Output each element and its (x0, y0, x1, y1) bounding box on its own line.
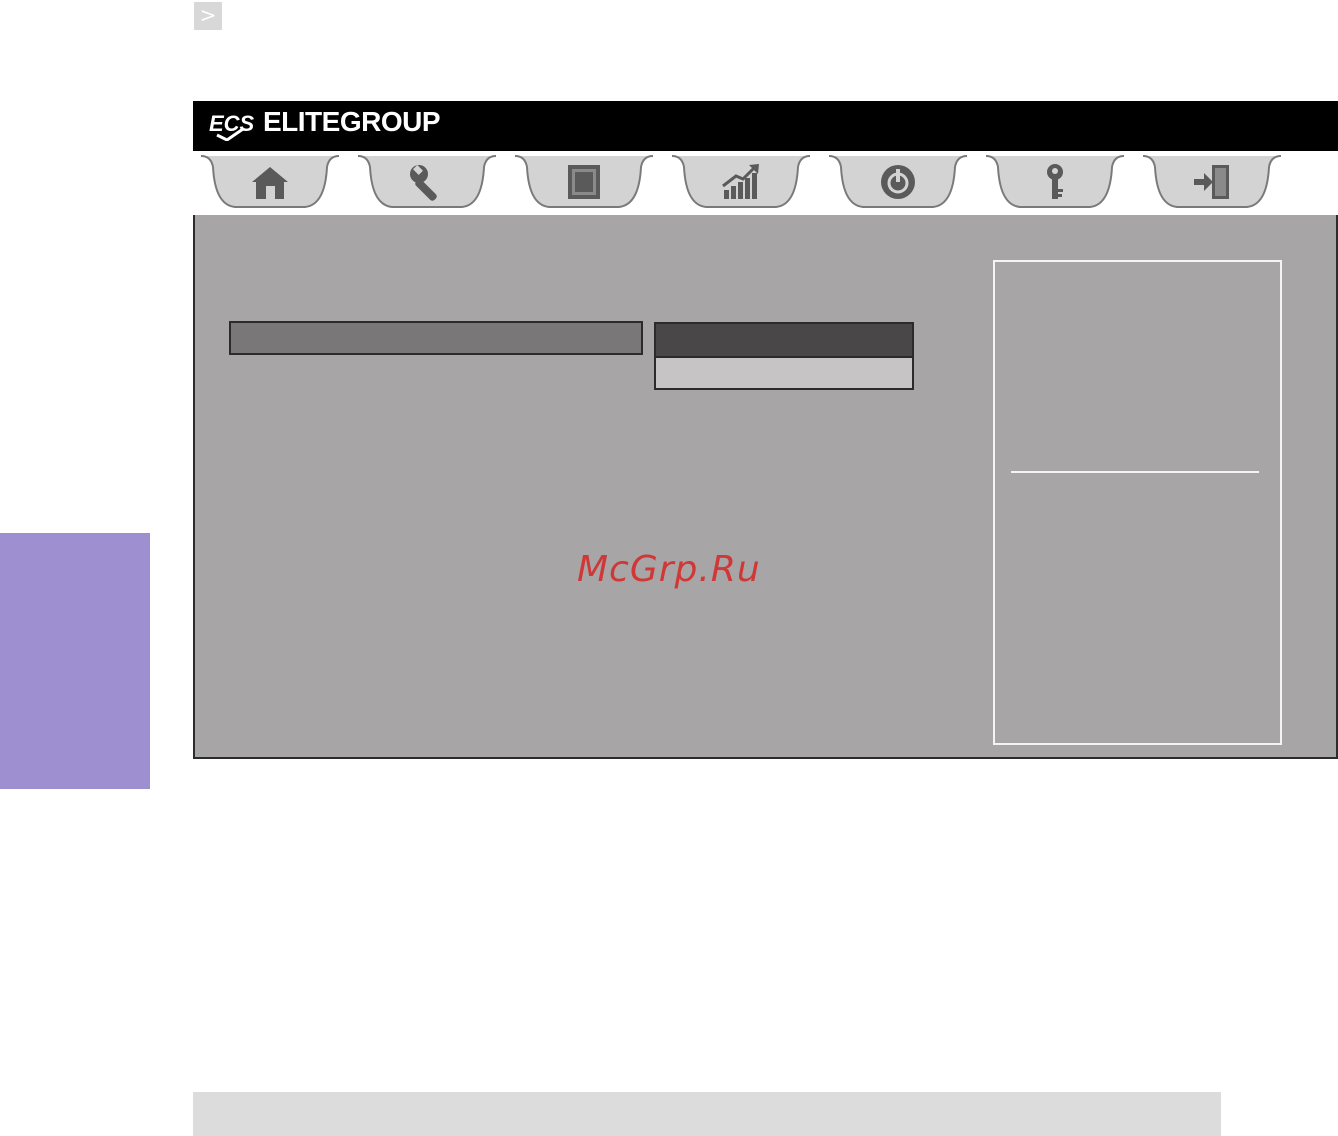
tab-security[interactable] (984, 153, 1126, 215)
chip-icon (568, 165, 600, 199)
side-chapter-tab (0, 533, 150, 789)
tab-boot[interactable] (827, 153, 969, 215)
help-divider (1011, 471, 1259, 473)
power-icon (881, 165, 915, 199)
svg-text:ECS: ECS (209, 111, 255, 136)
option-selected[interactable] (654, 322, 914, 356)
chart-icon (722, 164, 759, 199)
tab-chipset[interactable] (513, 153, 655, 215)
tab-advanced[interactable] (356, 153, 498, 215)
settings-panel: McGrp.Ru (193, 215, 1338, 759)
help-box (993, 260, 1282, 745)
tab-bar (193, 151, 1338, 215)
brand-name: ELITEGROUP (263, 106, 441, 137)
tab-mib[interactable] (670, 153, 812, 215)
tab-exit[interactable] (1141, 153, 1283, 215)
ecs-logo-icon: ECS (209, 111, 255, 141)
setting-row[interactable] (229, 321, 643, 355)
key-icon (1047, 164, 1063, 199)
option-item[interactable] (654, 356, 914, 390)
exit-icon (1194, 165, 1229, 199)
home-icon (252, 167, 288, 199)
bios-window: ECS ELITEGROUP McGrp.Ru (193, 101, 1338, 759)
watermark: McGrp.Ru (577, 549, 761, 590)
footer-bar (193, 1092, 1221, 1136)
bios-header: ECS ELITEGROUP (193, 101, 1338, 151)
wrench-icon (410, 165, 437, 201)
tab-main[interactable] (199, 153, 341, 215)
chevron-right-icon: > (194, 2, 222, 30)
